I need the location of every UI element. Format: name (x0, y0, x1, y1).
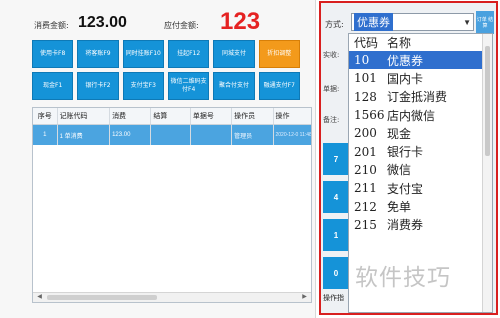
row-code: 1 单消费 (58, 125, 111, 145)
function-button-row: 现金F1 银行卡F2 支付宝F3 微信二维码支付F4 聚合付支付 融通支付F7 (32, 72, 300, 100)
wechat-qr-button[interactable]: 微信二维码支付F4 (167, 72, 210, 100)
column-settle[interactable]: 结算 (151, 108, 191, 124)
row-consume: 123.00 (110, 125, 152, 145)
dropdown-item-name: 消费券 (387, 218, 424, 233)
dropdown-item-name: 现金 (387, 126, 412, 141)
watermark: 软件技巧 (355, 265, 451, 291)
local-payment-button[interactable]: 同城支付 (213, 40, 255, 68)
column-operation-time[interactable]: 操作 (274, 108, 312, 124)
dropdown-header-code: 代码 (354, 36, 379, 50)
dropdown-item[interactable]: 10 优惠券 (349, 51, 492, 70)
remark-label: 备注: (323, 116, 340, 124)
number-key[interactable]: 4 (323, 181, 349, 213)
dropdown-item[interactable]: 1566 店内微信 (349, 106, 492, 124)
dropdown-item[interactable]: 200 现金 (349, 124, 492, 142)
order-settle-button[interactable]: 订单 结算 (476, 11, 494, 34)
grid-header: 序号 记账代码 消费 结算 单据号 操作员 操作 (33, 108, 311, 125)
received-label: 实收: (323, 51, 340, 59)
column-code[interactable]: 记账代码 (58, 108, 111, 124)
consume-pane: 消费金额: 123.00 应付金额: 123 使用卡F8 将客账F9 同时挂账F… (0, 0, 316, 318)
dropdown-item-code: 215 (354, 217, 377, 232)
dropdown-item-code: 210 (354, 162, 377, 177)
dropdown-item[interactable]: 211 支付宝 (349, 179, 492, 197)
dropdown-item-code: 128 (354, 89, 377, 104)
bill-label: 单据: (323, 85, 340, 93)
consume-amount-label: 消费金额: (34, 21, 69, 30)
dropdown-item-code: 200 (354, 126, 377, 141)
discount-adjust-button[interactable]: 折扣调整 (258, 40, 300, 68)
dropdown-item-name: 优惠券 (387, 53, 424, 68)
due-amount-label: 应付金额: (164, 21, 199, 30)
bank-card-button[interactable]: 银行卡F2 (77, 72, 119, 100)
row-settle (151, 125, 191, 145)
simultaneous-account-button[interactable]: 同时挂账F10 (122, 40, 164, 68)
rongtong-pay-button[interactable]: 融通支付F7 (258, 72, 300, 100)
column-seq[interactable]: 序号 (33, 108, 58, 124)
horizontal-scrollbar[interactable]: ◀ ▶ (33, 292, 311, 302)
cash-button[interactable]: 现金F1 (32, 72, 74, 100)
dropdown-list: 10 优惠券 101 国内卡 128 订金抵消费 1566 店内微信 200 现金 201 银行卡 21… (349, 51, 492, 234)
payment-method-label: 方式: (325, 20, 344, 29)
table-row[interactable]: 1 1 单消费 123.00 管理员 2020-12-0 11:48:20 (33, 125, 311, 145)
column-bill[interactable]: 单据号 (191, 108, 233, 124)
dropdown-item-name: 银行卡 (387, 145, 424, 160)
dropdown-item-code: 10 (354, 53, 370, 68)
scroll-left-icon[interactable]: ◀ (35, 294, 44, 301)
guest-account-button[interactable]: 将客账F9 (77, 40, 119, 68)
dropdown-scroll-thumb[interactable] (485, 46, 490, 156)
function-button-row: 使用卡F8 将客账F9 同时挂账F10 挂起F12 同城支付 折扣调整 (32, 40, 300, 68)
number-key[interactable]: 0 (323, 257, 349, 289)
dropdown-item[interactable]: 128 订金抵消费 (349, 88, 492, 106)
dropdown-item[interactable]: 101 国内卡 (349, 69, 492, 87)
dropdown-header-name: 名称 (387, 36, 412, 50)
row-bill (191, 125, 233, 145)
dropdown-header: 代码 名称 (349, 34, 492, 51)
dropdown-item[interactable]: 212 免单 (349, 197, 492, 215)
chevron-down-icon[interactable]: ▼ (463, 18, 471, 27)
dropdown-item-code: 201 (354, 144, 377, 159)
alipay-button[interactable]: 支付宝F3 (122, 72, 164, 100)
scroll-right-icon[interactable]: ▶ (300, 294, 309, 301)
aggregate-pay-button[interactable]: 聚合付支付 (213, 72, 255, 100)
row-operator: 管理员 (232, 125, 274, 145)
due-amount-value: 123 (220, 8, 261, 35)
consume-amount-value: 123.00 (78, 14, 127, 31)
dropdown-item-code: 211 (354, 181, 377, 196)
dropdown-item-name: 订金抵消费 (387, 90, 448, 105)
function-button-grid: 使用卡F8 将客账F9 同时挂账F10 挂起F12 同城支付 折扣调整 现金F1… (32, 40, 300, 104)
number-pad: 7 4 1 0 (323, 143, 349, 295)
use-card-button[interactable]: 使用卡F8 (32, 40, 74, 68)
scroll-thumb[interactable] (47, 295, 157, 300)
row-operation-time: 2020-12-0 11:48:20 (275, 132, 312, 138)
dropdown-item-code: 101 (354, 71, 377, 86)
transaction-grid: 序号 记账代码 消费 结算 单据号 操作员 操作 1 1 单消费 123.00 … (32, 107, 312, 303)
totals-bar: 消费金额: 123.00 应付金额: 123 (0, 8, 316, 38)
dropdown-item[interactable]: 201 银行卡 (349, 142, 492, 160)
dropdown-item-name: 微信 (387, 163, 412, 178)
dropdown-item-name: 国内卡 (387, 71, 424, 86)
hold-button[interactable]: 挂起F12 (167, 40, 210, 68)
operation-label: 操作指 (323, 294, 344, 302)
number-key[interactable]: 7 (323, 143, 349, 175)
dropdown-item-code: 212 (354, 199, 377, 214)
number-key[interactable]: 1 (323, 219, 349, 251)
column-consume[interactable]: 消费 (110, 108, 152, 124)
dropdown-item-code: 1566 (354, 108, 385, 123)
column-operator[interactable]: 操作员 (232, 108, 274, 124)
dropdown-item[interactable]: 210 微信 (349, 161, 492, 179)
payment-method-select[interactable]: 优惠券 ▼ (351, 13, 474, 31)
dropdown-item[interactable]: 215 消费券 (349, 216, 492, 234)
row-seq: 1 (33, 125, 58, 145)
dropdown-item-name: 店内微信 (387, 108, 436, 123)
payment-method-value: 优惠券 (354, 13, 393, 31)
dropdown-item-name: 免单 (387, 200, 412, 215)
dropdown-item-name: 支付宝 (387, 181, 424, 196)
